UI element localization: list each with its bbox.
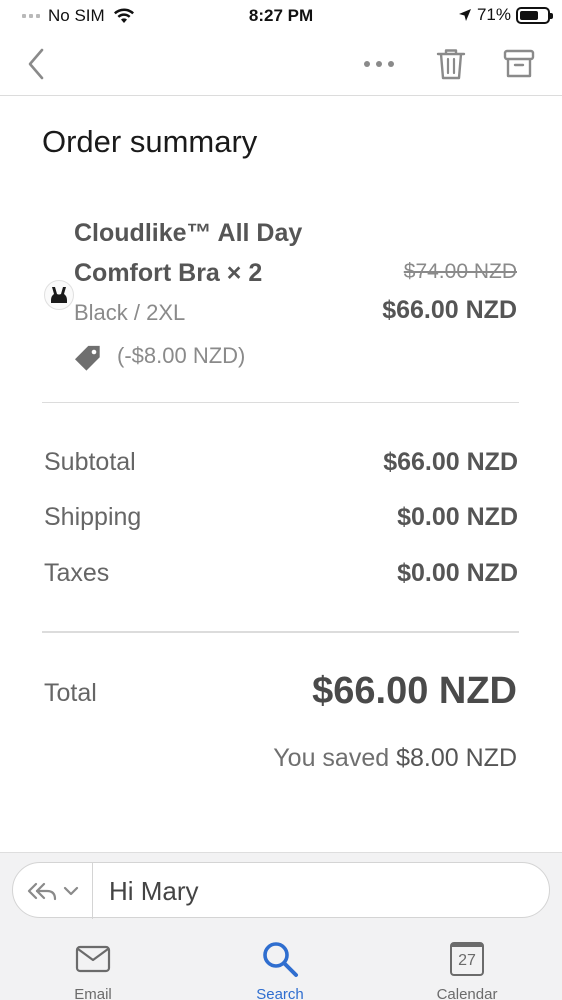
chevron-left-icon bbox=[28, 48, 44, 80]
location-arrow-icon bbox=[458, 9, 471, 21]
original-price: $74.00 NZD bbox=[403, 260, 517, 283]
reply-input[interactable] bbox=[109, 876, 529, 907]
total-value: $66.00 NZD bbox=[312, 670, 517, 712]
page-title: Order summary bbox=[42, 124, 258, 159]
product-thumbnail bbox=[44, 280, 74, 310]
tab-calendar[interactable]: 27 Calendar bbox=[407, 938, 527, 1000]
shipping-label: Shipping bbox=[44, 503, 142, 531]
tab-search[interactable]: Search bbox=[220, 938, 340, 1000]
divider bbox=[42, 402, 519, 403]
subtotal-label: Subtotal bbox=[44, 448, 136, 476]
bottom-bar: Email Search 27 Calendar bbox=[0, 852, 562, 1000]
savings-prefix: You saved bbox=[273, 744, 390, 772]
back-button[interactable] bbox=[14, 42, 58, 86]
tab-calendar-label: Calendar bbox=[436, 986, 498, 1000]
taxes-value: $0.00 NZD bbox=[397, 559, 518, 587]
calendar-icon: 27 bbox=[450, 942, 484, 976]
quick-reply-field bbox=[12, 862, 550, 919]
savings-amount: $8.00 NZD bbox=[396, 744, 517, 772]
archive-icon bbox=[503, 49, 535, 78]
product-variant: Black / 2XL bbox=[74, 300, 186, 325]
reply-options-button[interactable] bbox=[13, 863, 93, 919]
subtotal-value: $66.00 NZD bbox=[383, 448, 518, 476]
calendar-day: 27 bbox=[458, 951, 476, 969]
status-right: 71% bbox=[458, 5, 553, 25]
tab-email[interactable]: Email bbox=[33, 938, 153, 1000]
product-discount: (-$8.00 NZD) bbox=[117, 343, 246, 368]
shipping-value: $0.00 NZD bbox=[397, 503, 518, 531]
divider bbox=[42, 631, 519, 633]
delete-button[interactable] bbox=[429, 42, 473, 86]
discount-tag-icon bbox=[75, 345, 100, 371]
summary-row-shipping: Shipping $0.00 NZD bbox=[44, 503, 518, 543]
summary-row-taxes: Taxes $0.00 NZD bbox=[44, 559, 518, 599]
nav-bar bbox=[0, 32, 562, 96]
battery-fill bbox=[520, 10, 539, 20]
summary-row-subtotal: Subtotal $66.00 NZD bbox=[44, 448, 518, 488]
more-button[interactable] bbox=[357, 42, 401, 86]
reply-all-icon bbox=[27, 882, 56, 901]
search-icon bbox=[263, 942, 298, 977]
trash-icon bbox=[436, 49, 466, 80]
bra-product-icon bbox=[51, 287, 67, 303]
archive-button[interactable] bbox=[497, 42, 541, 86]
status-bar: No SIM 8:27 PM 71% bbox=[0, 0, 562, 32]
tab-search-label: Search bbox=[256, 986, 304, 1000]
product-price: $66.00 NZD bbox=[382, 296, 517, 324]
total-label: Total bbox=[44, 679, 97, 707]
savings-text: You saved $8.00 NZD bbox=[273, 744, 517, 773]
taxes-label: Taxes bbox=[44, 559, 110, 587]
battery-icon bbox=[516, 6, 553, 24]
chevron-down-icon bbox=[63, 886, 78, 896]
mail-icon bbox=[75, 945, 111, 973]
more-horizontal-icon bbox=[364, 61, 394, 67]
battery-percent: 71% bbox=[476, 5, 511, 24]
tab-email-label: Email bbox=[74, 986, 112, 1000]
product-name: Cloudlike™ All Day Comfort Bra × 2 bbox=[74, 219, 303, 287]
